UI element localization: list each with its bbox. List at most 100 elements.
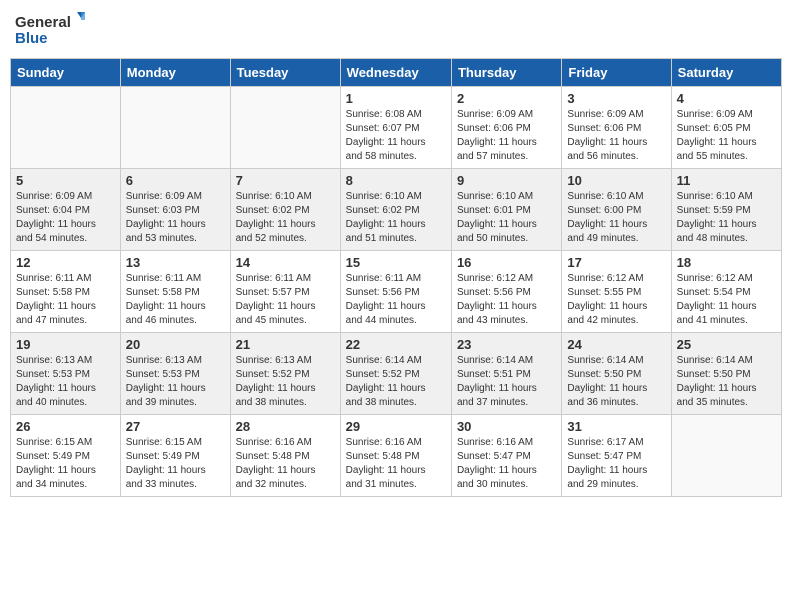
logo-svg: General Blue (15, 10, 85, 50)
day-info: Sunrise: 6:14 AM Sunset: 5:52 PM Dayligh… (346, 354, 446, 410)
day-number: 4 (677, 91, 776, 106)
calendar-cell: 17 Sunrise: 6:12 AM Sunset: 5:55 PM Dayli… (562, 251, 671, 333)
day-number: 10 (567, 173, 665, 188)
day-number: 11 (677, 173, 776, 188)
day-info: Sunrise: 6:16 AM Sunset: 5:47 PM Dayligh… (457, 436, 556, 492)
day-number: 17 (567, 255, 665, 270)
calendar-cell: 4 Sunrise: 6:09 AM Sunset: 6:05 PM Daylig… (671, 87, 781, 169)
column-header-wednesday: Wednesday (340, 59, 451, 87)
day-info: Sunrise: 6:08 AM Sunset: 6:07 PM Dayligh… (346, 108, 446, 164)
day-info: Sunrise: 6:12 AM Sunset: 5:55 PM Dayligh… (567, 272, 665, 328)
calendar-cell: 22 Sunrise: 6:14 AM Sunset: 5:52 PM Dayli… (340, 333, 451, 415)
day-number: 30 (457, 419, 556, 434)
calendar-cell: 24 Sunrise: 6:14 AM Sunset: 5:50 PM Dayli… (562, 333, 671, 415)
svg-text:General: General (15, 14, 71, 31)
day-number: 7 (236, 173, 335, 188)
calendar-cell: 12 Sunrise: 6:11 AM Sunset: 5:58 PM Dayli… (11, 251, 121, 333)
svg-text:Blue: Blue (15, 30, 48, 47)
calendar-cell: 7Sunrise: 6:10 AM Sunset: 6:02 PM Daylig… (230, 169, 340, 251)
calendar-cell: 23Sunrise: 6:14 AM Sunset: 5:51 PM Dayli… (451, 333, 561, 415)
day-number: 27 (126, 419, 225, 434)
calendar-cell: 13 Sunrise: 6:11 AM Sunset: 5:58 PM Dayli… (120, 251, 230, 333)
calendar-cell: 31 Sunrise: 6:17 AM Sunset: 5:47 PM Dayli… (562, 415, 671, 497)
day-info: Sunrise: 6:11 AM Sunset: 5:58 PM Dayligh… (16, 272, 115, 328)
calendar-cell: 19Sunrise: 6:13 AM Sunset: 5:53 PM Dayli… (11, 333, 121, 415)
logo: General Blue (15, 10, 85, 50)
day-number: 21 (236, 337, 335, 352)
day-info: Sunrise: 6:09 AM Sunset: 6:06 PM Dayligh… (457, 108, 556, 164)
calendar-cell: 2 Sunrise: 6:09 AM Sunset: 6:06 PM Daylig… (451, 87, 561, 169)
calendar-cell: 9 Sunrise: 6:10 AM Sunset: 6:01 PM Daylig… (451, 169, 561, 251)
calendar-cell: 16 Sunrise: 6:12 AM Sunset: 5:56 PM Dayli… (451, 251, 561, 333)
column-header-tuesday: Tuesday (230, 59, 340, 87)
day-info: Sunrise: 6:11 AM Sunset: 5:58 PM Dayligh… (126, 272, 225, 328)
calendar-cell: 10 Sunrise: 6:10 AM Sunset: 6:00 PM Dayli… (562, 169, 671, 251)
day-info: Sunrise: 6:16 AM Sunset: 5:48 PM Dayligh… (346, 436, 446, 492)
day-number: 5 (16, 173, 115, 188)
day-info: Sunrise: 6:09 AM Sunset: 6:05 PM Dayligh… (677, 108, 776, 164)
day-info: Sunrise: 6:16 AM Sunset: 5:48 PM Dayligh… (236, 436, 335, 492)
calendar-cell: 14Sunrise: 6:11 AM Sunset: 5:57 PM Dayli… (230, 251, 340, 333)
day-info: Sunrise: 6:15 AM Sunset: 5:49 PM Dayligh… (16, 436, 115, 492)
calendar-cell: 21Sunrise: 6:13 AM Sunset: 5:52 PM Dayli… (230, 333, 340, 415)
calendar-cell: 3 Sunrise: 6:09 AM Sunset: 6:06 PM Daylig… (562, 87, 671, 169)
day-info: Sunrise: 6:09 AM Sunset: 6:06 PM Dayligh… (567, 108, 665, 164)
day-number: 16 (457, 255, 556, 270)
calendar-cell: 5 Sunrise: 6:09 AM Sunset: 6:04 PM Daylig… (11, 169, 121, 251)
column-header-thursday: Thursday (451, 59, 561, 87)
calendar-cell: 26 Sunrise: 6:15 AM Sunset: 5:49 PM Dayli… (11, 415, 121, 497)
day-info: Sunrise: 6:10 AM Sunset: 6:00 PM Dayligh… (567, 190, 665, 246)
calendar-cell: 15 Sunrise: 6:11 AM Sunset: 5:56 PM Dayli… (340, 251, 451, 333)
calendar-cell: 8 Sunrise: 6:10 AM Sunset: 6:02 PM Daylig… (340, 169, 451, 251)
day-number: 13 (126, 255, 225, 270)
day-info: Sunrise: 6:09 AM Sunset: 6:03 PM Dayligh… (126, 190, 225, 246)
calendar-cell (11, 87, 121, 169)
day-number: 20 (126, 337, 225, 352)
calendar-week-row: 26 Sunrise: 6:15 AM Sunset: 5:49 PM Dayli… (11, 415, 782, 497)
day-number: 31 (567, 419, 665, 434)
calendar-table: SundayMondayTuesdayWednesdayThursdayFrid… (10, 58, 782, 497)
day-info: Sunrise: 6:14 AM Sunset: 5:51 PM Dayligh… (457, 354, 556, 410)
calendar-cell: 30 Sunrise: 6:16 AM Sunset: 5:47 PM Dayli… (451, 415, 561, 497)
day-number: 2 (457, 91, 556, 106)
calendar-cell: 1Sunrise: 6:08 AM Sunset: 6:07 PM Daylig… (340, 87, 451, 169)
day-number: 9 (457, 173, 556, 188)
day-info: Sunrise: 6:12 AM Sunset: 5:56 PM Dayligh… (457, 272, 556, 328)
day-number: 18 (677, 255, 776, 270)
day-number: 22 (346, 337, 446, 352)
day-number: 26 (16, 419, 115, 434)
day-info: Sunrise: 6:11 AM Sunset: 5:56 PM Dayligh… (346, 272, 446, 328)
day-number: 3 (567, 91, 665, 106)
calendar-week-row: 5 Sunrise: 6:09 AM Sunset: 6:04 PM Daylig… (11, 169, 782, 251)
calendar-cell: 11Sunrise: 6:10 AM Sunset: 5:59 PM Dayli… (671, 169, 781, 251)
calendar-header-row: SundayMondayTuesdayWednesdayThursdayFrid… (11, 59, 782, 87)
day-number: 8 (346, 173, 446, 188)
day-info: Sunrise: 6:13 AM Sunset: 5:53 PM Dayligh… (126, 354, 225, 410)
day-info: Sunrise: 6:12 AM Sunset: 5:54 PM Dayligh… (677, 272, 776, 328)
calendar-cell: 20 Sunrise: 6:13 AM Sunset: 5:53 PM Dayli… (120, 333, 230, 415)
day-info: Sunrise: 6:17 AM Sunset: 5:47 PM Dayligh… (567, 436, 665, 492)
day-info: Sunrise: 6:10 AM Sunset: 6:02 PM Dayligh… (346, 190, 446, 246)
day-number: 24 (567, 337, 665, 352)
calendar-cell (230, 87, 340, 169)
column-header-monday: Monday (120, 59, 230, 87)
calendar-cell: 29 Sunrise: 6:16 AM Sunset: 5:48 PM Dayli… (340, 415, 451, 497)
day-info: Sunrise: 6:09 AM Sunset: 6:04 PM Dayligh… (16, 190, 115, 246)
calendar-cell: 18 Sunrise: 6:12 AM Sunset: 5:54 PM Dayli… (671, 251, 781, 333)
day-number: 12 (16, 255, 115, 270)
day-number: 6 (126, 173, 225, 188)
calendar-week-row: 1Sunrise: 6:08 AM Sunset: 6:07 PM Daylig… (11, 87, 782, 169)
day-info: Sunrise: 6:14 AM Sunset: 5:50 PM Dayligh… (567, 354, 665, 410)
day-number: 28 (236, 419, 335, 434)
day-number: 19 (16, 337, 115, 352)
day-number: 29 (346, 419, 446, 434)
day-number: 15 (346, 255, 446, 270)
day-info: Sunrise: 6:10 AM Sunset: 6:01 PM Dayligh… (457, 190, 556, 246)
column-header-saturday: Saturday (671, 59, 781, 87)
day-number: 14 (236, 255, 335, 270)
calendar-cell (120, 87, 230, 169)
column-header-sunday: Sunday (11, 59, 121, 87)
calendar-cell (671, 415, 781, 497)
day-info: Sunrise: 6:14 AM Sunset: 5:50 PM Dayligh… (677, 354, 776, 410)
calendar-cell: 6 Sunrise: 6:09 AM Sunset: 6:03 PM Daylig… (120, 169, 230, 251)
